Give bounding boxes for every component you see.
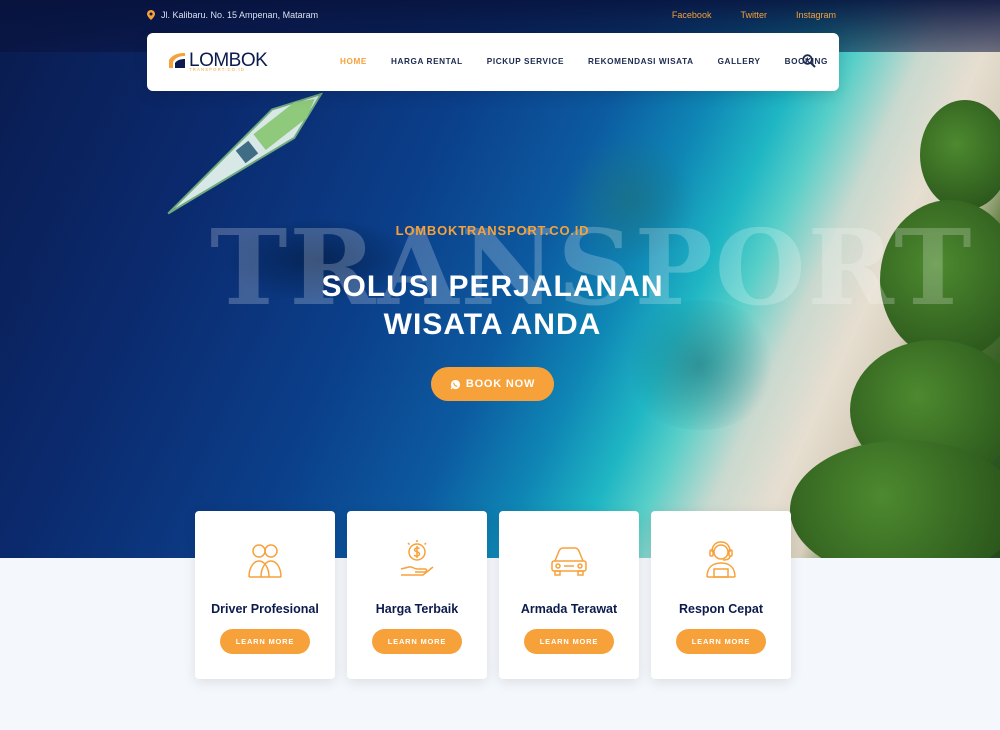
instagram-link[interactable]: Instagram [796,10,836,20]
money-hand-icon [400,540,434,576]
social-links: Facebook Twitter Instagram [672,10,836,20]
address: Jl. Kalibaru. No. 15 Ampenan, Mataram [147,10,318,20]
nav-gallery[interactable]: GALLERY [718,57,761,66]
feature-card-driver: Driver Profesional LEARN MORE [195,511,335,679]
learn-more-button[interactable]: LEARN MORE [676,629,766,654]
book-now-button[interactable]: BOOK NOW [431,367,554,401]
nav-rekomendasi-wisata[interactable]: REKOMENDASI WISATA [588,57,694,66]
learn-more-button[interactable]: LEARN MORE [372,629,462,654]
location-pin-icon [147,10,155,20]
feature-title: Driver Profesional [211,602,319,616]
tree-canopy [920,100,1000,210]
whatsapp-icon [450,379,460,389]
nav-harga-rental[interactable]: HARGA RENTAL [391,57,463,66]
nav-home[interactable]: HOME [340,57,367,66]
feature-card-price: Harga Terbaik LEARN MORE [347,511,487,679]
feature-card-fleet: Armada Terawat LEARN MORE [499,511,639,679]
site-logo[interactable]: LOMBOK TRANSPORT.CO.ID [167,50,268,72]
facebook-link[interactable]: Facebook [672,10,712,20]
logo-mark-icon [169,53,185,68]
hero-kicker: LOMBOKTRANSPORT.CO.ID [395,223,590,238]
hero-title-line1: SOLUSI PERJALANAN [321,270,664,303]
twitter-link[interactable]: Twitter [740,10,767,20]
main-navbar: LOMBOK TRANSPORT.CO.ID HOME HARGA RENTAL… [147,33,839,91]
learn-more-button[interactable]: LEARN MORE [220,629,310,654]
support-agent-icon [706,541,736,578]
hero-title-line2: WISATA ANDA [383,308,602,341]
feature-title: Harga Terbaik [375,602,459,616]
feature-card-response: Respon Cepat LEARN MORE [651,511,791,679]
feature-title: Armada Terawat [520,602,618,616]
top-bar: Jl. Kalibaru. No. 15 Ampenan, Mataram Fa… [147,10,839,24]
search-icon[interactable] [802,54,816,68]
nav-pickup-service[interactable]: PICKUP SERVICE [487,57,564,66]
tree-canopy [790,440,1000,558]
address-text: Jl. Kalibaru. No. 15 Ampenan, Mataram [161,10,319,20]
logo-tagline: TRANSPORT.CO.ID [189,67,246,72]
main-menu: HOME HARGA RENTAL PICKUP SERVICE REKOMEN… [340,57,852,66]
book-now-label: BOOK NOW [465,378,536,390]
feature-title: Respon Cepat [678,602,764,616]
car-icon [551,547,587,576]
drivers-icon [248,544,282,578]
learn-more-button[interactable]: LEARN MORE [524,629,614,654]
hero-title: SOLUSI PERJALANAN WISATA ANDA [0,268,985,344]
